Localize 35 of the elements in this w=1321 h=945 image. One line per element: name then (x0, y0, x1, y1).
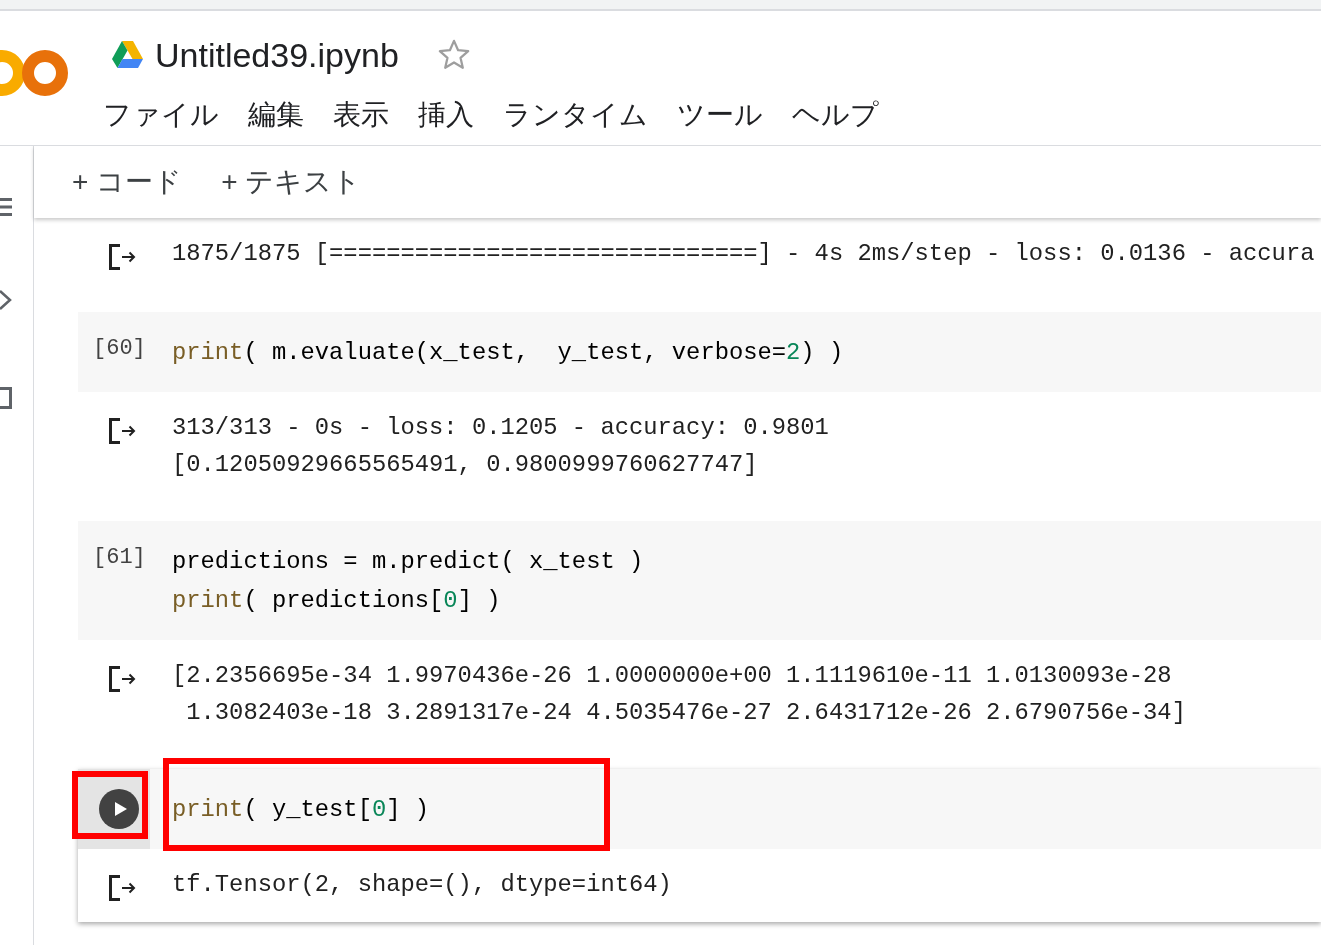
menu-icon[interactable] (0, 198, 12, 216)
menu-item[interactable]: 編集 (248, 95, 304, 135)
menu-item[interactable]: ヘルプ (792, 95, 879, 135)
output-arrow-icon (107, 417, 137, 445)
output-arrow-icon (107, 665, 137, 693)
code-cell[interactable]: [61] predictions = m.predict( x_test ) print( predictions[0] ) (78, 521, 1321, 640)
output-line: 313/313 - 0s - loss: 0.1205 - accuracy: 0.9801 (172, 413, 829, 443)
menu-item[interactable]: ファイル (103, 95, 219, 135)
code-cell[interactable]: print( y_test[0] ) (78, 769, 1321, 849)
execution-count: [60] (93, 335, 147, 363)
code-line: print( predictions[0] ) (172, 586, 502, 616)
notebook-title[interactable]: Untitled39.ipynb (155, 35, 399, 75)
star-icon[interactable] (436, 38, 471, 72)
code-line: print( m.evaluate(x_test, y_test, verbose=2) ) (172, 338, 844, 368)
menu-item[interactable]: 挿入 (418, 95, 474, 135)
output-line: 1.3082403e-18 3.2891317e-24 4.5035476e-27 2.6431712e-26 2.6790756e-34] (185, 698, 1186, 728)
output-arrow-icon (107, 874, 137, 902)
output-line: tf.Tensor(2, shape=(), dtype=int64) (172, 870, 672, 900)
output-arrow-icon (107, 243, 137, 271)
code-line: predictions = m.predict( x_test ) (172, 547, 644, 577)
code-cell[interactable]: [60] print( m.evaluate(x_test, y_test, verbose=2) ) (78, 312, 1321, 392)
menu-item[interactable]: ランタイム (503, 95, 648, 135)
menu-item[interactable]: ツール (677, 95, 763, 135)
triangle-logo-icon (112, 41, 143, 69)
output-line: [0.12050929665565491, 0.9800999760627747] (172, 450, 759, 480)
menu-item[interactable]: 表示 (333, 95, 389, 135)
toolbar-button[interactable]: + テキスト (221, 162, 362, 202)
toolbar-button[interactable]: + コード (72, 162, 183, 202)
play-icon (114, 802, 127, 816)
output-line: [2.2356695e-34 1.9970436e-26 1.0000000e+00 1.1119610e-11 1.0130093e-28 (172, 661, 1173, 691)
code-line: print( y_test[0] ) (172, 795, 430, 825)
output-line: 1875/1875 [==============================] - 4s 2ms/step - loss: 0.0136 - accura (172, 239, 1315, 269)
chevron-right-icon[interactable] (0, 290, 12, 310)
execution-count: [61] (93, 544, 147, 572)
run-button[interactable] (99, 789, 139, 829)
